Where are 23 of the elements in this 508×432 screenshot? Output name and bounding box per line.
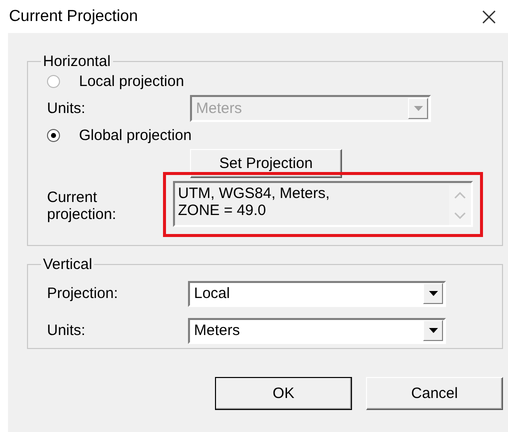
ok-button[interactable]: OK (215, 377, 352, 410)
group-label: Vertical (42, 256, 94, 273)
radio-button[interactable] (47, 74, 60, 88)
field-label: Units: (47, 100, 86, 116)
close-button[interactable] (480, 8, 498, 26)
text-box[interactable]: UTM, WGS84, Meters, ZONE = 49.0 (173, 181, 473, 227)
close-icon (482, 10, 496, 24)
caret-icon (414, 106, 422, 110)
cancel-button[interactable]: Cancel (366, 377, 503, 410)
field-label: Current projection: (47, 188, 118, 223)
dropdown[interactable]: Local (188, 280, 446, 306)
window-title: Current Projection (9, 8, 138, 26)
group-label: Horizontal (42, 53, 112, 70)
dropdown[interactable]: Meters (188, 318, 446, 344)
radio-label[interactable]: Local projection (79, 72, 184, 90)
caret-icon (428, 291, 438, 296)
field-label: Units: (47, 322, 86, 339)
radio-button[interactable] (47, 128, 60, 142)
field-label: Projection: (47, 285, 119, 302)
scrollbar[interactable] (449, 185, 471, 225)
radio-label[interactable]: Global projection (79, 126, 192, 144)
caret-icon (428, 328, 438, 333)
set-projection-button[interactable]: Set Projection (190, 149, 342, 178)
